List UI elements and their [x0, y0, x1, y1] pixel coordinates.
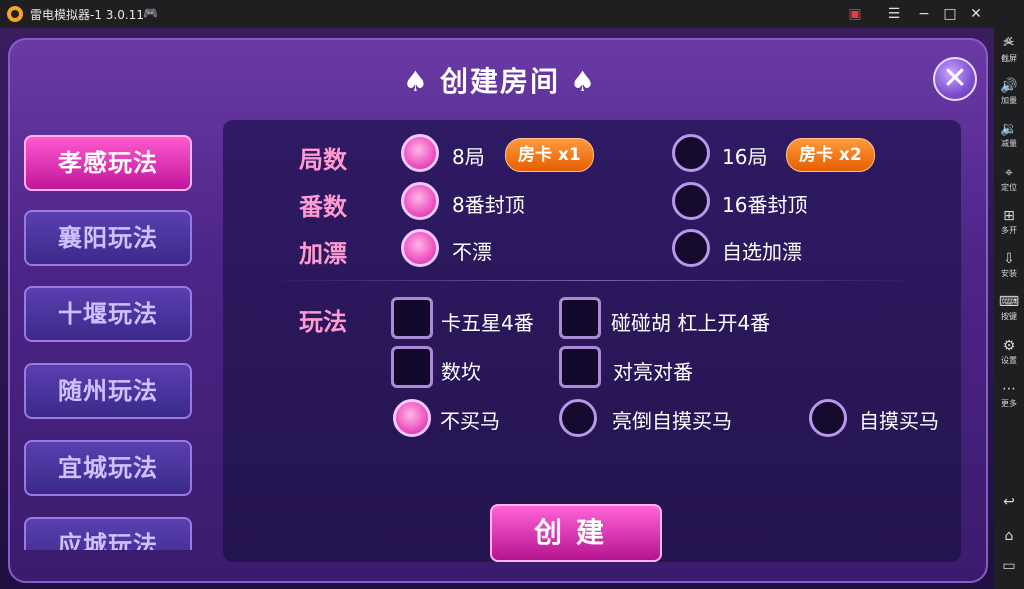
- menu-icon[interactable]: ☰: [884, 4, 904, 24]
- tab-label: 孝感玩法: [58, 149, 158, 177]
- fan-label: 番数: [299, 193, 347, 221]
- no-maima-label: 不买马: [440, 409, 500, 433]
- apk-install-icon: ⇩: [1003, 251, 1015, 267]
- settings-icon: ⚙: [1002, 338, 1016, 354]
- volume-down-label: 减量: [1001, 139, 1017, 148]
- room-card-badge: 房卡 x2: [786, 138, 875, 172]
- back-icon: ↩: [1003, 494, 1015, 510]
- volume-up-icon: 🔊: [1000, 78, 1018, 94]
- custom-piao-radio[interactable]: [672, 229, 710, 267]
- no-maima-radio[interactable]: [393, 399, 431, 437]
- liangdao-maima-label: 亮倒自摸买马: [612, 409, 732, 433]
- recent-apps-icon: ▭: [1002, 558, 1016, 574]
- install-button[interactable]: ⇩ 安装: [994, 251, 1024, 279]
- play-label: 玩法: [299, 308, 347, 336]
- multi-open-label: 多开: [1001, 226, 1017, 235]
- kawuxing-checkbox[interactable]: [391, 297, 433, 339]
- rounds-16-label: 16局: [722, 145, 768, 169]
- zimo-maima-radio[interactable]: [809, 399, 847, 437]
- dialog-title-text: 创建房间: [439, 65, 560, 98]
- settings-label: 设置: [1001, 356, 1017, 365]
- home-button[interactable]: ⌂: [994, 528, 1024, 544]
- fan-16-radio[interactable]: [672, 182, 710, 220]
- keymap-label: 按键: [1001, 312, 1017, 321]
- gift-icon[interactable]: ▣: [845, 4, 865, 24]
- install-label: 安装: [1001, 269, 1017, 278]
- volume-up-label: 加量: [1001, 96, 1017, 105]
- game-viewport: ♠ 创建房间 ♠ ✕ 孝感玩法 襄阳玩法 十堰玩法 随州玩法 宜城玩法 应城玩法 局…: [0, 28, 994, 589]
- options-panel: 局数 8局 房卡 x1 16局 房卡 x2 番数 8番封顶 16番封顶 加漂 不…: [223, 120, 961, 562]
- location-icon: ⌖: [1005, 165, 1013, 181]
- volume-up-button[interactable]: 🔊 加量: [994, 78, 1024, 106]
- pengpenghu-checkbox[interactable]: [559, 297, 601, 339]
- app-logo-icon: [7, 6, 23, 22]
- settings-button[interactable]: ⚙ 设置: [994, 338, 1024, 366]
- tab-label: 襄阳玩法: [58, 224, 158, 252]
- tab-label: 随州玩法: [58, 377, 158, 405]
- create-room-button[interactable]: 创建: [490, 504, 662, 562]
- volume-down-button[interactable]: 🔉 减量: [994, 121, 1024, 149]
- liangdao-maima-radio[interactable]: [559, 399, 597, 437]
- keymap-button[interactable]: ⌨ 按键: [994, 294, 1024, 322]
- recent-apps-button[interactable]: ▭: [994, 558, 1024, 574]
- fan-16-label: 16番封顶: [722, 193, 808, 217]
- no-piao-radio[interactable]: [401, 229, 439, 267]
- emulator-titlebar: 雷电模拟器-1 3.0.11 🎮 ▣ ☰ − □ ✕: [0, 0, 1024, 28]
- multi-open-icon: ⊞: [1003, 208, 1015, 224]
- home-icon: ⌂: [1004, 528, 1014, 544]
- tab-suizhou[interactable]: 随州玩法: [24, 363, 192, 419]
- tab-yicheng[interactable]: 宜城玩法: [24, 440, 192, 496]
- multi-open-button[interactable]: ⊞ 多开: [994, 208, 1024, 236]
- tab-yingcheng[interactable]: 应城玩法: [24, 517, 192, 550]
- more-button[interactable]: ⋯ 更多: [994, 381, 1024, 409]
- tab-label: 应城玩法: [58, 531, 158, 550]
- room-card-badge: 房卡 x1: [505, 138, 594, 172]
- rounds-16-radio[interactable]: [672, 134, 710, 172]
- volume-down-icon: 🔉: [1000, 121, 1018, 137]
- screenshot-label: 截屏: [1001, 54, 1017, 63]
- minimize-button[interactable]: −: [914, 4, 934, 24]
- shukan-checkbox[interactable]: [391, 346, 433, 388]
- tab-label: 十堰玩法: [58, 300, 158, 328]
- more-label: 更多: [1001, 399, 1017, 408]
- fan-8-radio[interactable]: [401, 182, 439, 220]
- scissors-icon: ✂: [1003, 36, 1015, 52]
- maximize-button[interactable]: □: [940, 4, 960, 24]
- emulator-sidebar: « ✂ 截屏 🔊 加量 🔉 减量 ⌖ 定位 ⊞ 多开 ⇩ 安装 ⌨ 按键 ⚙ 设置 ⋯ 更多 ↩ …: [994, 28, 1024, 589]
- rounds-8-radio[interactable]: [401, 134, 439, 172]
- screenshot-button[interactable]: ✂ 截屏: [994, 36, 1024, 64]
- divider: [263, 280, 923, 281]
- pengpenghu-label: 碰碰胡 杠上开4番: [611, 311, 771, 335]
- location-button[interactable]: ⌖ 定位: [994, 165, 1024, 193]
- more-icon: ⋯: [1002, 381, 1016, 397]
- zimo-maima-label: 自摸买马: [859, 409, 939, 433]
- tab-label: 宜城玩法: [58, 454, 158, 482]
- create-room-dialog: ♠ 创建房间 ♠ ✕ 孝感玩法 襄阳玩法 十堰玩法 随州玩法 宜城玩法 应城玩法 局…: [8, 38, 988, 583]
- dialog-title: ♠ 创建房间 ♠: [10, 60, 990, 100]
- tab-xiaogan[interactable]: 孝感玩法: [24, 135, 192, 191]
- no-piao-label: 不漂: [452, 240, 492, 264]
- tab-xiangyang[interactable]: 襄阳玩法: [24, 210, 192, 266]
- spade-icon: ♠: [402, 65, 430, 98]
- duiliang-checkbox[interactable]: [559, 346, 601, 388]
- spade-icon: ♠: [570, 65, 598, 98]
- window-title: 雷电模拟器-1 3.0.11: [30, 8, 144, 22]
- fan-8-label: 8番封顶: [452, 193, 525, 217]
- close-window-button[interactable]: ✕: [966, 4, 986, 24]
- rounds-8-label: 8局: [452, 145, 485, 169]
- custom-piao-label: 自选加漂: [722, 240, 802, 264]
- shukan-label: 数坎: [441, 360, 481, 384]
- tab-shiyan[interactable]: 十堰玩法: [24, 286, 192, 342]
- close-dialog-button[interactable]: ✕: [933, 57, 977, 101]
- duiliang-label: 对亮对番: [613, 360, 693, 384]
- kawuxing-label: 卡五星4番: [441, 311, 534, 335]
- piao-label: 加漂: [299, 240, 347, 268]
- back-button[interactable]: ↩: [994, 494, 1024, 510]
- mode-tab-list[interactable]: 孝感玩法 襄阳玩法 十堰玩法 随州玩法 宜城玩法 应城玩法: [20, 135, 198, 550]
- rounds-label: 局数: [299, 146, 347, 174]
- gamepad-icon[interactable]: 🎮: [143, 6, 161, 20]
- keyboard-icon: ⌨: [998, 294, 1020, 310]
- location-label: 定位: [1001, 183, 1017, 192]
